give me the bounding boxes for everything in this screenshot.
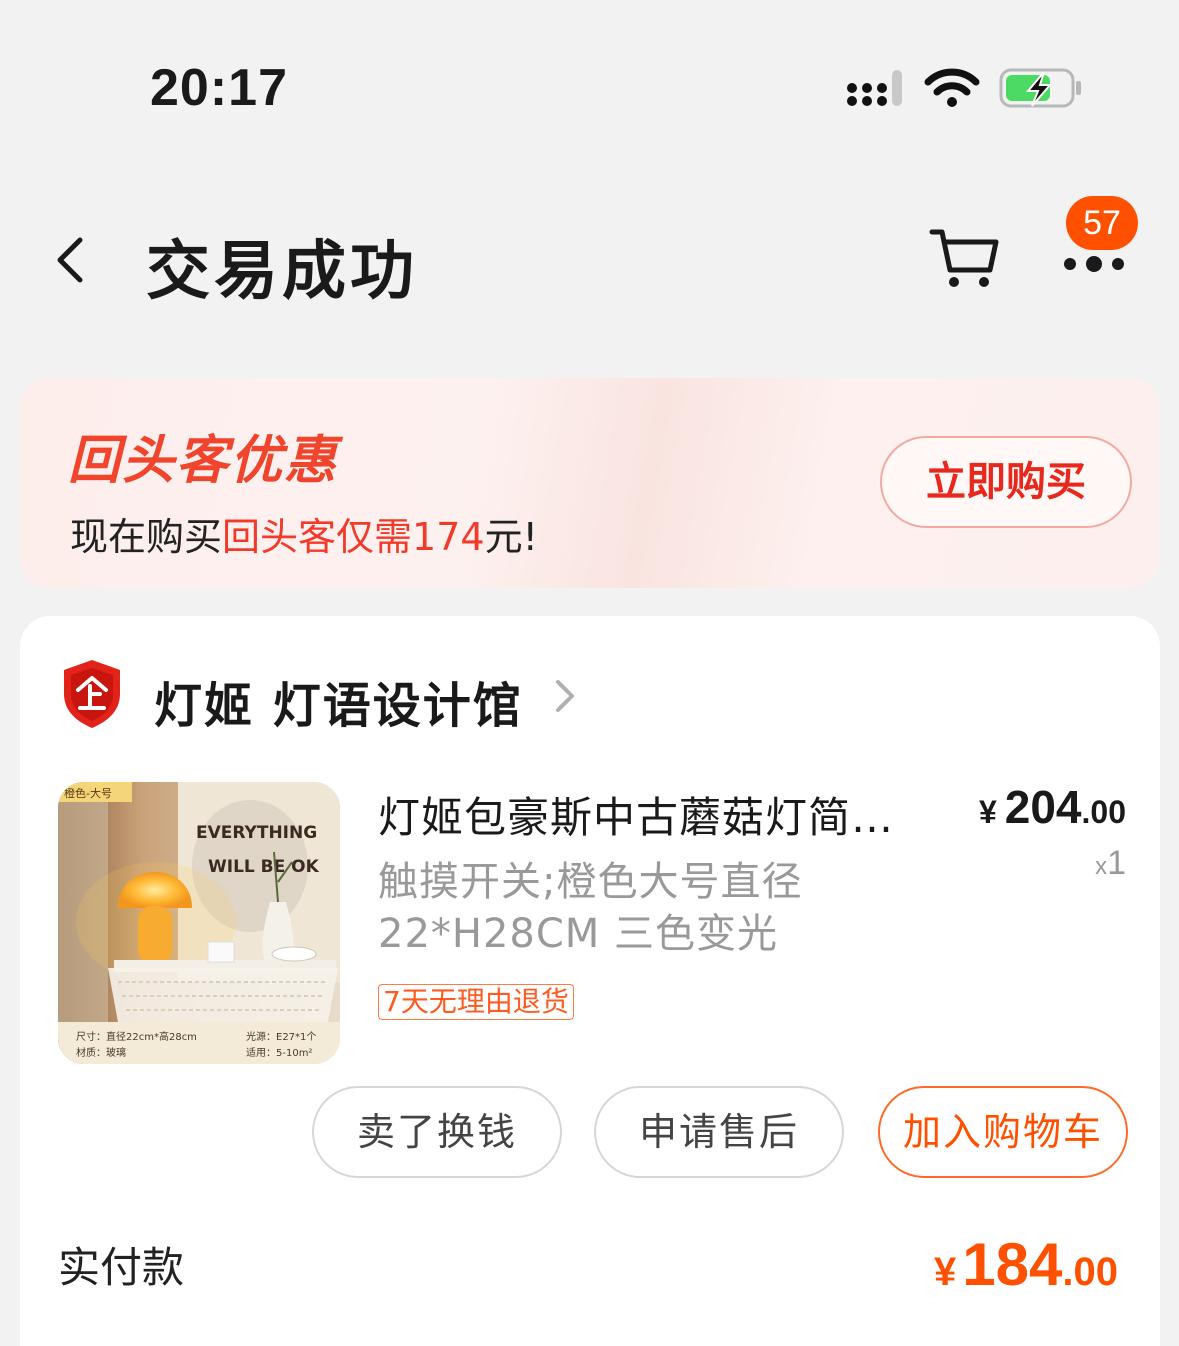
promo-price: 174: [412, 515, 485, 559]
returning-customer-promo: 回头客优惠 现在购买回头客仅需174元! 立即购买: [20, 378, 1160, 588]
image-spec-area: 适用：5-10m²: [246, 1047, 312, 1059]
shopping-cart-icon[interactable]: [928, 222, 1002, 292]
promo-text-suffix: 元!: [484, 515, 538, 559]
return-policy-tag: 7天无理由退货: [378, 984, 574, 1020]
paid-decimal: .00: [1062, 1250, 1118, 1294]
promo-text: 现在购买回头客仅需174元!: [70, 506, 538, 561]
promo-title: 回头客优惠: [68, 431, 339, 491]
paid-amount-label: 实付款: [58, 1243, 185, 1292]
paid-integer: 184: [962, 1231, 1063, 1298]
product-title[interactable]: 灯姬包豪斯中古蘑菇灯简约卧室床头台灯: [378, 784, 918, 845]
promo-text-prefix: 现在购买: [70, 515, 223, 559]
sell-for-cash-button[interactable]: 卖了换钱: [312, 1086, 562, 1178]
order-detail-page: 20:17 交易成功 57 回头客优惠 现在购买回头客仅需174元! 立即购买 …: [0, 0, 1179, 1346]
page-title: 交易成功: [146, 235, 418, 309]
back-button[interactable]: [48, 232, 96, 288]
image-spec-material: 材质：玻璃: [76, 1046, 126, 1059]
buy-now-button[interactable]: 立即购买: [880, 436, 1132, 528]
quantity: x1: [1095, 844, 1126, 883]
after-sales-button[interactable]: 申请售后: [594, 1086, 844, 1178]
quantity-value: 1: [1107, 844, 1126, 882]
unit-price-currency: ¥: [978, 794, 997, 830]
message-count-badge: 57: [1066, 196, 1138, 250]
order-card: 灯姬 灯语设计馆 EVERYTHING WILL BE OK 橙色-大号 尺寸：…: [20, 616, 1160, 1346]
chevron-right-icon[interactable]: [550, 676, 580, 716]
product-image[interactable]: EVERYTHING WILL BE OK 橙色-大号 尺寸：直径22cm*高2…: [58, 782, 340, 1064]
cellular-signal-icon: [847, 70, 902, 106]
battery-charging-icon: [999, 68, 1081, 108]
enterprise-shield-icon: [64, 660, 120, 728]
paid-currency: ¥: [934, 1250, 957, 1294]
unit-price-integer: 204: [1004, 781, 1082, 833]
promo-text-highlight: 回头客仅需: [222, 515, 413, 559]
unit-price-decimal: .00: [1081, 794, 1126, 830]
wifi-icon: [924, 68, 980, 107]
paid-amount: ¥184.00: [934, 1230, 1118, 1299]
add-to-cart-button[interactable]: 加入购物车: [878, 1086, 1128, 1178]
image-spec-size: 尺寸：直径22cm*高28cm: [76, 1030, 197, 1043]
unit-price: ¥204.00: [979, 780, 1126, 834]
quantity-prefix: x: [1095, 853, 1108, 880]
image-corner-label: 橙色-大号: [64, 786, 112, 800]
image-wall-text-2: WILL BE OK: [208, 857, 320, 877]
status-time: 20:17: [150, 59, 288, 117]
image-wall-text-1: EVERYTHING: [196, 823, 317, 843]
image-spec-light: 光源：E27*1个: [246, 1030, 316, 1043]
product-sku: 触摸开关;橙色大号直径 22*H28CM 三色变光: [378, 859, 803, 957]
shop-name[interactable]: 灯姬 灯语设计馆: [154, 666, 523, 736]
